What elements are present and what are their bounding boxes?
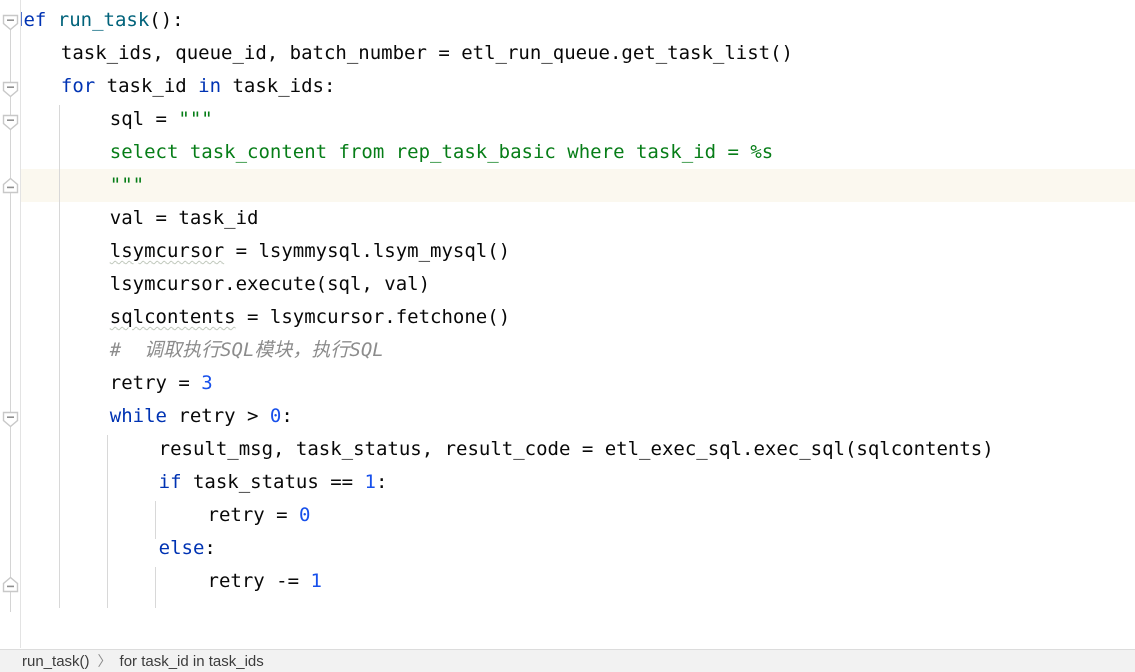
fold-sql-string-start-icon[interactable] [2, 114, 19, 131]
code-line[interactable]: sql = """ [0, 103, 1135, 136]
fold-while-retry-icon[interactable] [2, 411, 19, 428]
breadcrumb-item-1[interactable]: for task_id in task_ids [120, 653, 264, 670]
code-editor-window: def run_task(): task_ids, queue_id, batch… [0, 0, 1135, 672]
code-token: retry = [109, 372, 202, 394]
code-token: 3 [201, 372, 213, 394]
code-line[interactable]: sqlcontents = lsymcursor.fetchone() [0, 301, 1135, 334]
code-token: for [60, 75, 96, 97]
code-token: 1 [364, 471, 376, 493]
code-line[interactable]: select task_content from rep_task_basic … [0, 136, 1135, 169]
breadcrumb-item-0[interactable]: run_task() [22, 653, 90, 670]
code-token: in [198, 75, 222, 97]
fold-else-block-end-icon[interactable] [2, 576, 19, 593]
code-token: run_task [57, 9, 150, 31]
code-token: result_msg, task_status, result_code = e… [158, 438, 994, 460]
code-token: retry = [207, 504, 300, 526]
code-line[interactable]: """ [0, 169, 1135, 202]
gutter-edge [20, 0, 21, 648]
code-line[interactable]: retry -= 1 [0, 565, 1135, 598]
code-token: else [158, 537, 205, 559]
code-token: : [376, 471, 388, 493]
code-line[interactable]: result_msg, task_status, result_code = e… [0, 433, 1135, 466]
code-token: : [281, 405, 293, 427]
code-token: task_status == [181, 471, 365, 493]
code-token: sql = [109, 108, 179, 130]
code-line[interactable]: task_ids, queue_id, batch_number = etl_r… [0, 37, 1135, 70]
code-line[interactable]: if task_status == 1: [0, 466, 1135, 499]
breadcrumb[interactable]: run_task() 〉 for task_id in task_ids [0, 649, 1135, 672]
editor-viewport[interactable]: def run_task(): task_ids, queue_id, batch… [0, 0, 1135, 648]
code-token: val = task_id [109, 207, 259, 229]
code-token: 1 [310, 570, 322, 592]
code-token: if [158, 471, 182, 493]
code-line[interactable]: lsymcursor.execute(sql, val) [0, 268, 1135, 301]
code-line[interactable]: retry = 0 [0, 499, 1135, 532]
fold-for-task-id-icon[interactable] [2, 81, 19, 98]
code-line[interactable]: while retry > 0: [0, 400, 1135, 433]
code-token: while [109, 405, 167, 427]
code-token: lsymcursor.execute(sql, val) [109, 273, 431, 295]
code-line[interactable]: lsymcursor = lsymmysql.lsym_mysql() [0, 235, 1135, 268]
code-token: """ [109, 174, 145, 196]
code-token-warning: sqlcontents [109, 306, 236, 328]
code-content[interactable]: def run_task(): task_ids, queue_id, batch… [0, 0, 1135, 648]
code-token: task_ids, queue_id, batch_number = etl_r… [60, 42, 793, 64]
code-token: = lsymcursor.fetchone() [235, 306, 511, 328]
code-line[interactable]: retry = 3 [0, 367, 1135, 400]
code-token: 0 [269, 405, 282, 427]
code-token: 0 [299, 504, 311, 526]
fold-sql-string-end-icon[interactable] [2, 177, 19, 194]
code-token: task_ids: [221, 75, 336, 97]
code-line[interactable]: for task_id in task_ids: [0, 70, 1135, 103]
code-token: (): [149, 9, 184, 31]
code-line[interactable]: else: [0, 532, 1135, 565]
code-token: : [204, 537, 216, 559]
code-token: task_id [95, 75, 199, 97]
breadcrumb-separator-icon: 〉 [97, 653, 112, 669]
code-token: retry -= [207, 570, 311, 592]
fold-def-run-task-icon[interactable] [2, 14, 19, 31]
code-token: select task_content from rep_task_basic … [109, 141, 774, 163]
code-token: # 调取执行SQL模块，执行SQL [109, 339, 384, 361]
code-line[interactable]: def run_task(): [0, 4, 1135, 37]
code-token-warning: lsymcursor [109, 240, 225, 262]
fold-rail [10, 22, 11, 612]
code-token: = lsymmysql.lsym_mysql() [224, 240, 511, 262]
code-line[interactable]: val = task_id [0, 202, 1135, 235]
code-token: retry > [166, 405, 270, 427]
code-token: """ [178, 108, 213, 130]
code-line[interactable]: # 调取执行SQL模块，执行SQL [0, 334, 1135, 367]
fold-gutter[interactable] [0, 0, 21, 648]
